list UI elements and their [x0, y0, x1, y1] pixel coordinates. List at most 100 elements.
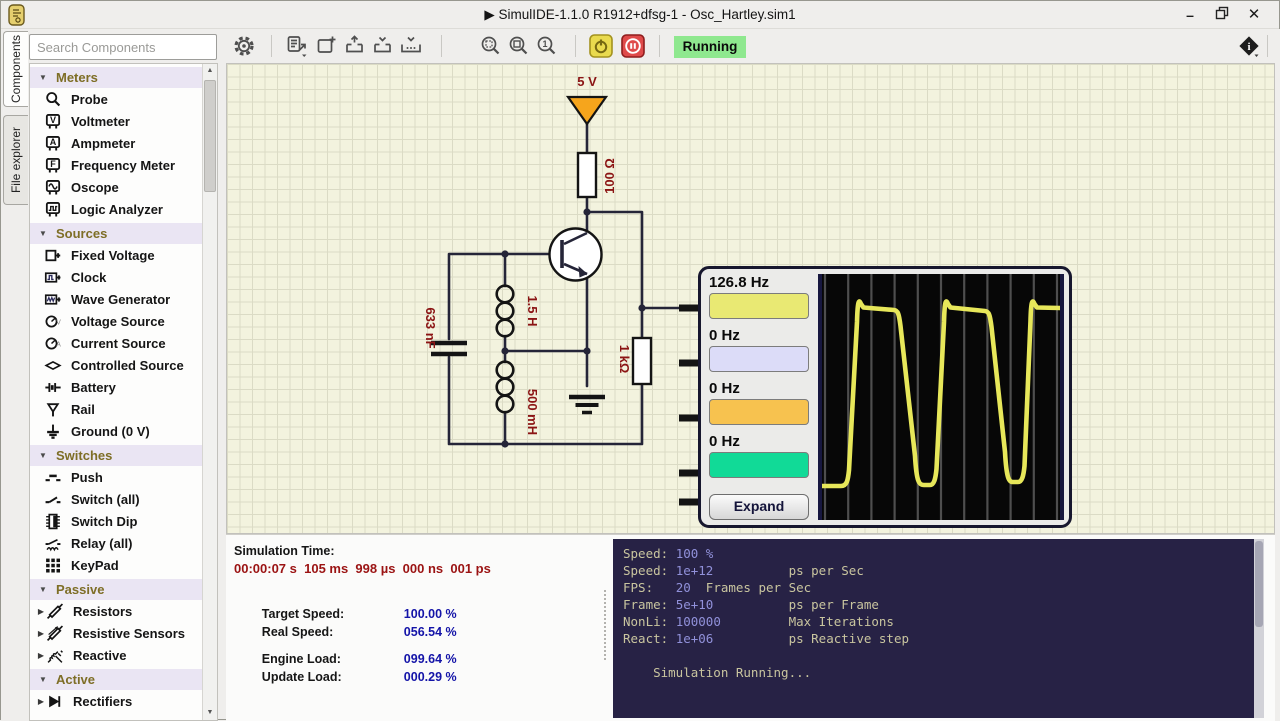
settings-gear-icon[interactable] [232, 34, 256, 58]
push-icon [44, 469, 62, 486]
expand-button[interactable]: Expand [709, 494, 809, 520]
switch-icon [44, 491, 62, 508]
component-item-controlled-source[interactable]: Controlled Source [30, 354, 204, 376]
component-item-rail[interactable]: Rail [30, 398, 204, 420]
component-item-switch-dip[interactable]: Switch Dip [30, 510, 204, 532]
channel-3-color-bar[interactable] [709, 399, 809, 425]
component-item-battery[interactable]: Battery [30, 376, 204, 398]
console-scrollbar[interactable] [1254, 539, 1264, 718]
tree-section-switches[interactable]: ▼Switches [30, 445, 204, 466]
npn-transistor[interactable] [550, 229, 602, 281]
tab-file-explorer[interactable]: File explorer [3, 115, 28, 205]
component-item-fixed-voltage[interactable]: Fixed Voltage [30, 244, 204, 266]
component-item-push[interactable]: Push [30, 466, 204, 488]
tree-section-passive[interactable]: ▼Passive [30, 579, 204, 600]
keypad-icon [44, 557, 62, 574]
sidebar-scrollbar[interactable]: ▲ ▼ [202, 64, 217, 720]
component-item-keypad[interactable]: KeyPad [30, 554, 204, 576]
last-circuits-icon[interactable] [285, 34, 309, 58]
save-circuit-icon[interactable] [371, 34, 395, 58]
component-item-probe[interactable]: Probe [30, 88, 204, 110]
expand-arrow-icon[interactable]: ▶ [30, 629, 44, 638]
component-item-wave-generator[interactable]: Wave Generator [30, 288, 204, 310]
scope-pins[interactable] [679, 308, 700, 502]
rail-voltage-label[interactable]: 5 V [577, 74, 597, 89]
frequency-readouts: 126.8 Hz0 Hz0 Hz0 Hz [709, 273, 811, 485]
switch-dip-icon [44, 513, 62, 530]
canvas-right-margin [1275, 29, 1280, 721]
expand-arrow-icon[interactable]: ▶ [30, 607, 44, 616]
scroll-up-icon[interactable]: ▲ [203, 64, 217, 78]
pause-sim-button[interactable] [621, 34, 645, 58]
main-toolbar: 1 Running i [29, 29, 1280, 63]
zoom-extents-icon[interactable] [479, 34, 503, 58]
component-item-current-source[interactable]: ACurrent Source [30, 332, 204, 354]
collapse-caret-icon[interactable]: ▼ [30, 73, 56, 82]
ground-symbol[interactable] [569, 397, 605, 413]
component-item-relay-all[interactable]: Relay (all) [30, 532, 204, 554]
clock-icon [44, 269, 62, 286]
close-button[interactable]: ✕ [1243, 6, 1265, 24]
component-item-oscope[interactable]: Oscope [30, 176, 204, 198]
component-item-switch-all[interactable]: Switch (all) [30, 488, 204, 510]
zoom-selected-icon[interactable] [507, 34, 531, 58]
collapse-caret-icon[interactable]: ▼ [30, 585, 56, 594]
component-item-ampmeter[interactable]: AAmpmeter [30, 132, 204, 154]
resistor-r2[interactable] [633, 338, 651, 384]
component-item-ground-0-v[interactable]: Ground (0 V) [30, 420, 204, 442]
side-tab-strip: Components File explorer [1, 29, 29, 721]
current-source-icon: A [44, 335, 62, 352]
component-item-resistors[interactable]: ▶Resistors [30, 600, 204, 622]
inductor-l1[interactable] [497, 286, 514, 337]
expand-arrow-icon[interactable]: ▶ [30, 651, 44, 660]
power-on-button[interactable] [589, 34, 613, 58]
new-circuit-icon[interactable] [315, 34, 339, 58]
component-item-frequency-meter[interactable]: FFrequency Meter [30, 154, 204, 176]
console-line: FPS: 20 Frames per Sec [623, 579, 1264, 596]
tree-section-active[interactable]: ▼Active [30, 669, 204, 690]
scrollbar-thumb[interactable] [204, 80, 216, 192]
r1-value-label[interactable]: 100 Ω [602, 158, 617, 194]
components-panel: ▼MetersProbeVVoltmeterAAmpmeterFFrequenc… [29, 63, 218, 721]
r2-value-label[interactable]: 1 kΩ [617, 345, 632, 374]
toolbar-separator [659, 35, 660, 57]
zoom-one-icon[interactable]: 1 [535, 34, 559, 58]
voltage-rail[interactable] [568, 97, 606, 124]
search-input[interactable] [29, 34, 217, 60]
inductor-l2[interactable] [497, 362, 514, 413]
l1-value-label[interactable]: 1.5 H [525, 295, 540, 326]
save-circuit-as-icon[interactable] [399, 34, 423, 58]
component-item-voltage-source[interactable]: VVoltage Source [30, 310, 204, 332]
info-diamond-icon[interactable]: i [1237, 34, 1261, 58]
panel-splitter[interactable] [604, 590, 607, 660]
l2-value-label[interactable]: 500 mH [525, 389, 540, 435]
scroll-down-icon[interactable]: ▼ [203, 706, 217, 720]
tree-section-meters[interactable]: ▼Meters [30, 67, 204, 88]
channel-2-color-bar[interactable] [709, 346, 809, 372]
expand-arrow-icon[interactable]: ▶ [30, 697, 44, 706]
c1-value-label[interactable]: 633 nF [423, 307, 438, 348]
component-item-voltmeter[interactable]: VVoltmeter [30, 110, 204, 132]
svg-text:V: V [56, 319, 61, 326]
collapse-caret-icon[interactable]: ▼ [30, 675, 56, 684]
collapse-caret-icon[interactable]: ▼ [30, 229, 56, 238]
component-item-clock[interactable]: Clock [30, 266, 204, 288]
wires[interactable] [449, 123, 679, 444]
relay-icon [44, 535, 62, 552]
tab-components[interactable]: Components [3, 31, 28, 107]
component-item-rectifiers[interactable]: ▶Rectifiers [30, 690, 204, 712]
component-item-reactive[interactable]: ▶Reactive [30, 644, 204, 666]
channel-4-color-bar[interactable] [709, 452, 809, 478]
resistor-r1[interactable] [578, 153, 596, 197]
svg-text:i: i [1247, 41, 1250, 53]
component-item-resistive-sensors[interactable]: ▶Resistive Sensors [30, 622, 204, 644]
frequency-meter-panel[interactable]: 126.8 Hz0 Hz0 Hz0 Hz Expand [698, 266, 1072, 528]
tree-section-sources[interactable]: ▼Sources [30, 223, 204, 244]
collapse-caret-icon[interactable]: ▼ [30, 451, 56, 460]
channel-1-color-bar[interactable] [709, 293, 809, 319]
open-circuit-icon[interactable] [343, 34, 367, 58]
minimize-button[interactable]: – [1179, 6, 1201, 24]
console-scrollbar-thumb[interactable] [1255, 541, 1263, 627]
maximize-button[interactable] [1211, 6, 1233, 24]
component-item-logic-analyzer[interactable]: Logic Analyzer [30, 198, 204, 220]
